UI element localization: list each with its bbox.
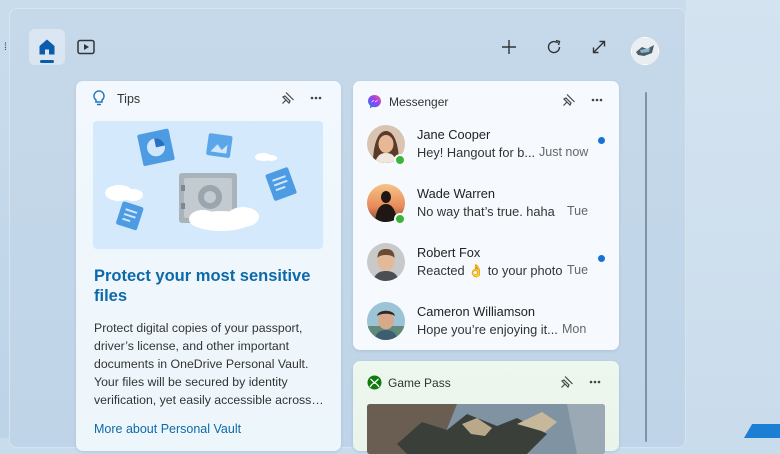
message-time: Just now bbox=[539, 145, 589, 159]
game-artwork[interactable] bbox=[367, 404, 605, 454]
reaction-emoji: 👌 bbox=[468, 263, 485, 278]
plus-icon bbox=[502, 40, 516, 54]
online-status-indicator bbox=[394, 213, 406, 225]
message-time: Tue bbox=[567, 263, 589, 277]
more-options-icon[interactable] bbox=[310, 96, 322, 100]
message-sender: Robert Fox bbox=[417, 245, 481, 260]
expand-icon bbox=[592, 40, 606, 54]
message-text-before: Reacted bbox=[417, 263, 465, 278]
unread-indicator bbox=[598, 137, 605, 144]
active-tab-indicator bbox=[40, 60, 54, 63]
home-icon bbox=[39, 39, 55, 55]
refresh-icon bbox=[547, 39, 561, 54]
tips-card[interactable]: Tips Protect your most sensitive files P… bbox=[76, 81, 341, 451]
messenger-title: Messenger bbox=[389, 95, 449, 109]
online-status-indicator bbox=[394, 154, 406, 166]
tips-title: Tips bbox=[117, 92, 141, 106]
video-icon bbox=[77, 39, 95, 55]
more-options-icon[interactable] bbox=[589, 380, 601, 384]
add-widget-button[interactable] bbox=[495, 33, 523, 61]
pin-icon[interactable] bbox=[560, 375, 574, 389]
messenger-card: Messenger Jane Cooper Hey! Hangout for b… bbox=[353, 81, 619, 350]
xbox-icon bbox=[367, 375, 382, 390]
message-preview: Hope you’re enjoying it... bbox=[417, 322, 558, 337]
unread-indicator bbox=[598, 255, 605, 262]
message-preview: No way that’s true. haha bbox=[417, 204, 555, 219]
tips-headline[interactable]: Protect your most sensitive files bbox=[94, 266, 324, 306]
message-item[interactable]: Jane Cooper Hey! Hangout for b... Just n… bbox=[353, 123, 619, 179]
tips-more-link[interactable]: More about Personal Vault bbox=[94, 422, 241, 436]
message-time: Mon bbox=[562, 322, 587, 336]
user-avatar[interactable] bbox=[630, 36, 660, 66]
contact-avatar bbox=[367, 243, 405, 281]
refresh-button[interactable] bbox=[540, 33, 568, 61]
game-pass-title: Game Pass bbox=[388, 376, 451, 390]
personal-vault-illustration bbox=[93, 121, 323, 249]
message-item[interactable]: Cameron Williamson Hope you’re enjoying … bbox=[353, 300, 619, 356]
edge-marker: ⁞ bbox=[4, 42, 7, 53]
message-sender: Wade Warren bbox=[417, 186, 495, 201]
message-sender: Cameron Williamson bbox=[417, 304, 536, 319]
message-text-after: to your photo bbox=[487, 263, 563, 278]
home-tab[interactable] bbox=[29, 29, 65, 65]
video-tab[interactable] bbox=[68, 29, 104, 65]
message-preview: Hey! Hangout for b... bbox=[417, 145, 536, 160]
taskbar-corner bbox=[744, 424, 780, 438]
pin-icon[interactable] bbox=[562, 93, 576, 107]
lightbulb-icon bbox=[93, 90, 105, 106]
desktop-background-right bbox=[686, 0, 780, 438]
expand-button[interactable] bbox=[585, 33, 613, 61]
pin-icon[interactable] bbox=[281, 91, 295, 105]
message-item[interactable]: Wade Warren No way that’s true. haha Tue bbox=[353, 182, 619, 238]
message-time: Tue bbox=[567, 204, 589, 218]
avatar-image bbox=[632, 38, 658, 64]
more-options-icon[interactable] bbox=[591, 98, 603, 102]
message-preview: Reacted 👌 to your photo bbox=[417, 263, 562, 279]
contact-avatar bbox=[367, 302, 405, 340]
messenger-icon bbox=[368, 95, 381, 109]
message-sender: Jane Cooper bbox=[417, 127, 491, 142]
scrollbar[interactable] bbox=[645, 92, 647, 442]
message-item[interactable]: Robert Fox Reacted 👌 to your photo Tue bbox=[353, 241, 619, 297]
tips-body: Protect digital copies of your passport,… bbox=[94, 321, 324, 407]
